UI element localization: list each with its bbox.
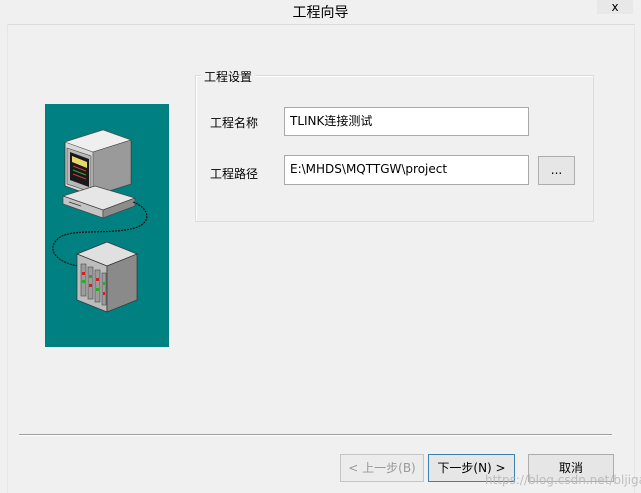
- back-label: < 上一步(B): [348, 461, 416, 475]
- window-title: 工程向导: [292, 5, 349, 21]
- browse-label: ...: [550, 163, 563, 177]
- footer-separator: [19, 434, 612, 436]
- project-name-label: 工程名称: [210, 116, 259, 130]
- computer-and-plc-icon: [52, 129, 148, 313]
- back-button[interactable]: < 上一步(B): [340, 454, 424, 482]
- watermark-text: https://blog.csdn.net/bljigang: [485, 473, 641, 487]
- close-button[interactable]: x: [597, 0, 633, 14]
- close-icon: x: [611, 0, 619, 14]
- project-path-label: 工程路径: [210, 167, 259, 181]
- wizard-illustration: [45, 104, 169, 347]
- title-bar: 工程向导 x: [0, 0, 641, 24]
- browse-button[interactable]: ...: [538, 156, 575, 185]
- project-path-input[interactable]: E:\MHDS\MQTTGW\project: [284, 155, 529, 185]
- wizard-window: 工程向导 x 工程设置 工程名称 TLINK连接测试 工程路径 E:\MHDS\…: [0, 0, 641, 493]
- project-settings-groupbox: [195, 75, 594, 222]
- project-settings-legend: 工程设置: [201, 68, 256, 85]
- project-name-input[interactable]: TLINK连接测试: [284, 107, 529, 136]
